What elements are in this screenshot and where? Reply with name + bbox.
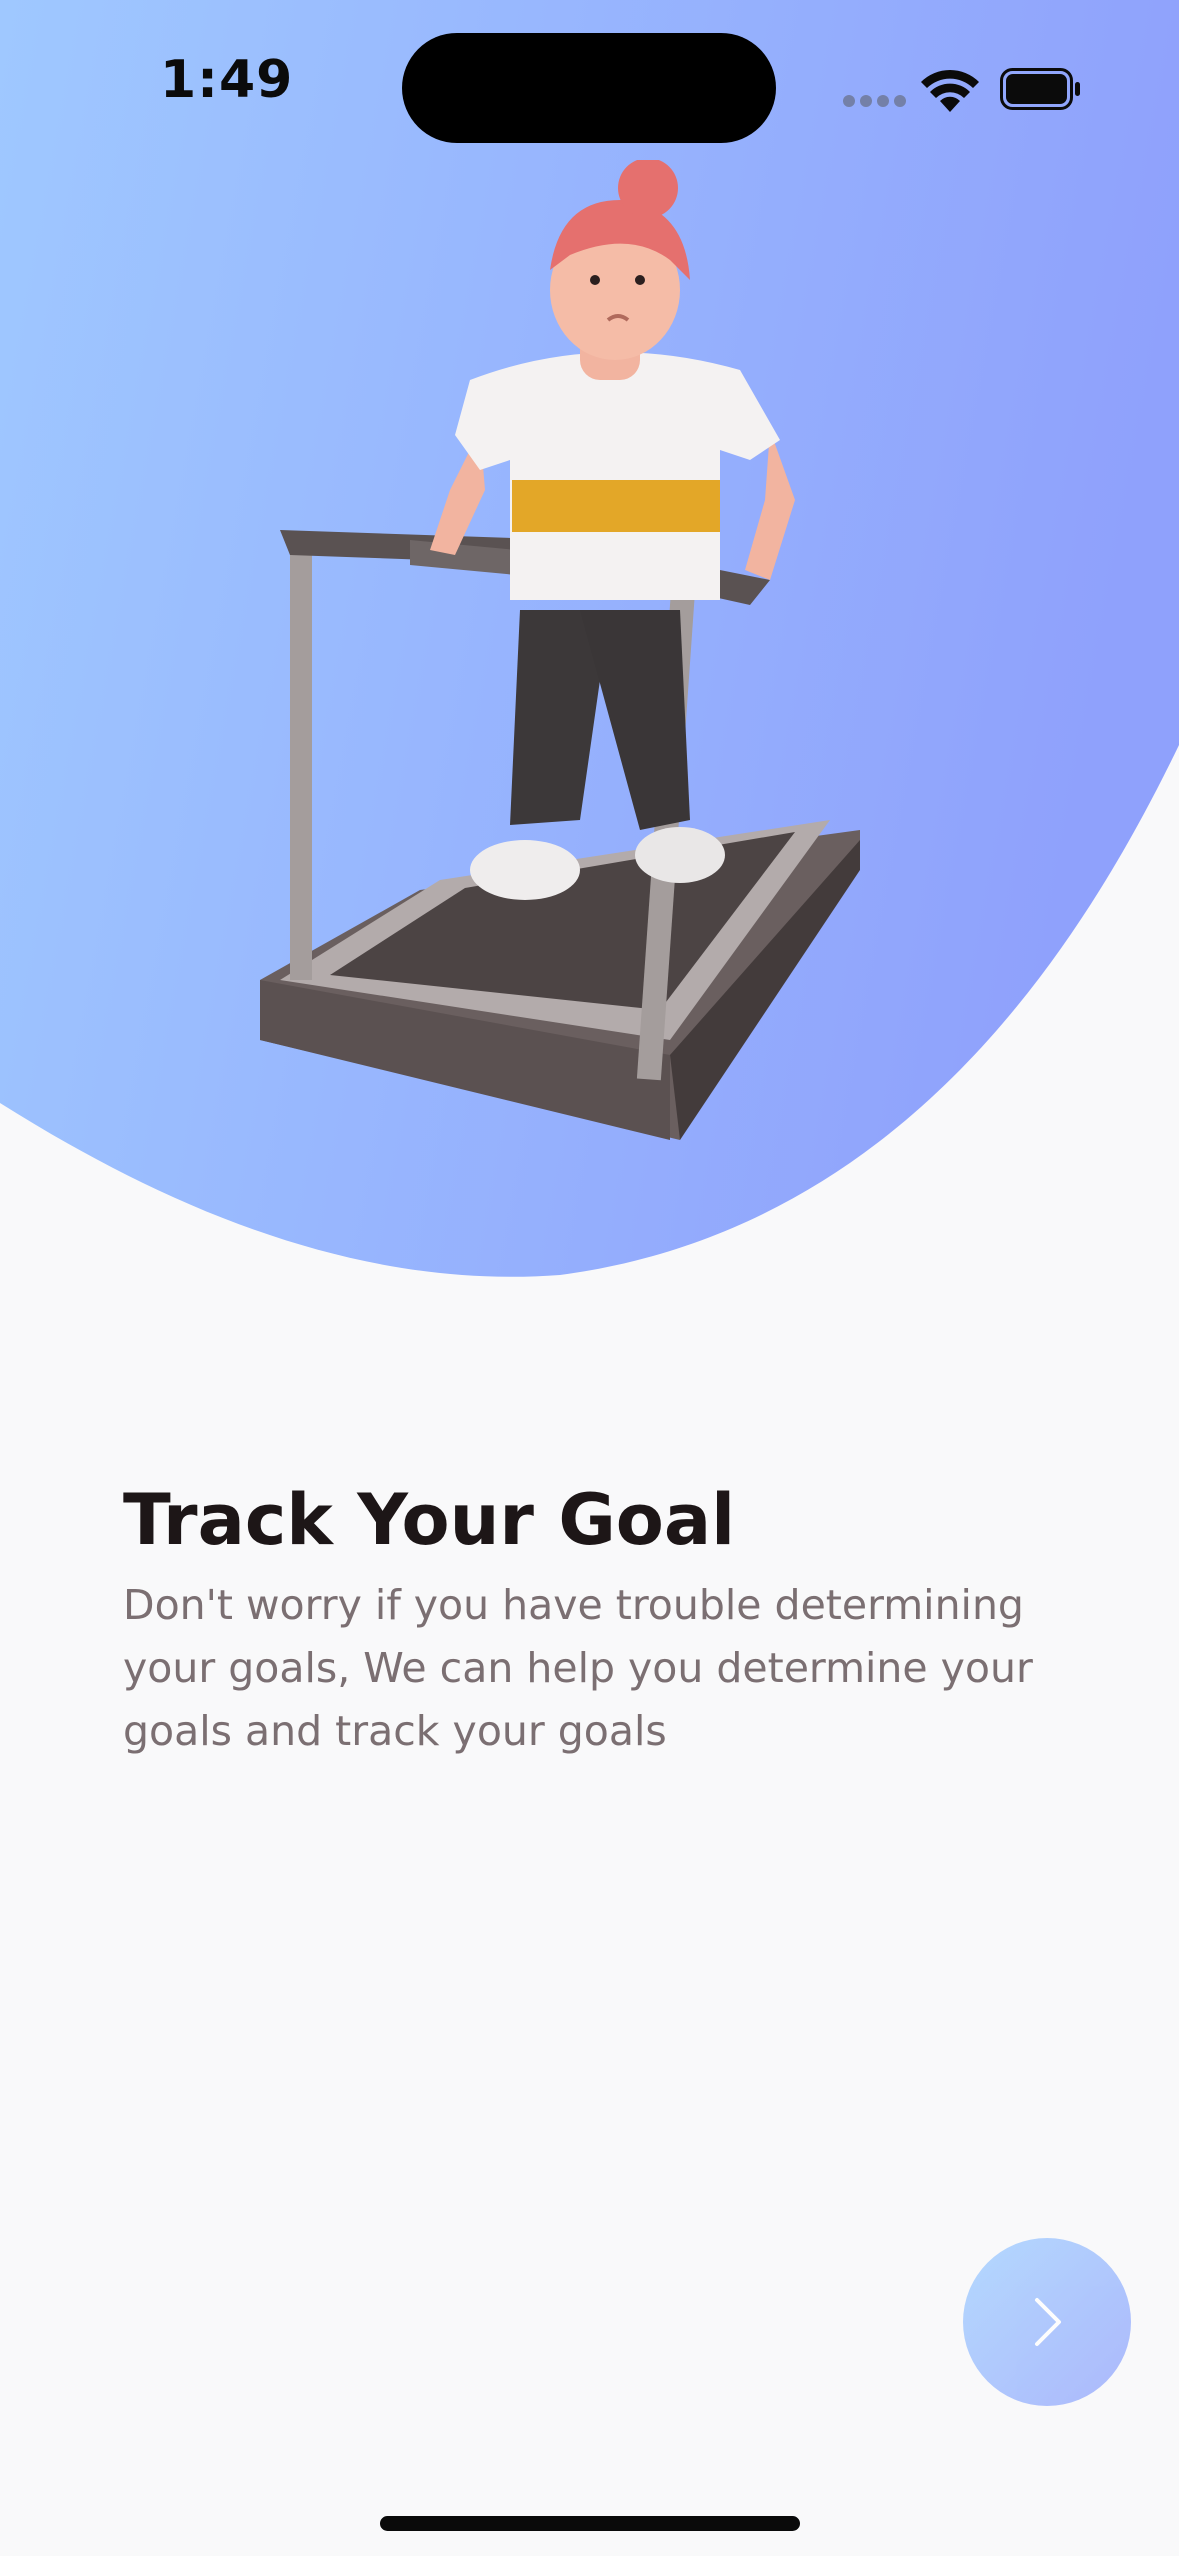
treadmill-illustration	[260, 160, 860, 1140]
next-button[interactable]	[963, 2238, 1131, 2406]
onboarding-screen: 1:49 Track Your Goal Don't worry if you …	[0, 0, 1179, 2556]
onboarding-description: Don't worry if you have trouble determin…	[123, 1581, 1033, 1755]
dynamic-island	[402, 33, 776, 143]
status-time: 1:49	[160, 50, 294, 110]
onboarding-title: Track Your Goal	[123, 1479, 736, 1561]
cellular-signal-icon	[843, 95, 906, 107]
home-indicator	[380, 2516, 800, 2531]
onboarding-content: Track Your Goal Don't worry if you have …	[123, 1470, 1083, 1763]
wifi-icon	[921, 69, 979, 112]
battery-icon	[1000, 68, 1080, 110]
status-bar: 1:49	[0, 0, 1179, 180]
chevron-right-icon	[1035, 2298, 1061, 2346]
